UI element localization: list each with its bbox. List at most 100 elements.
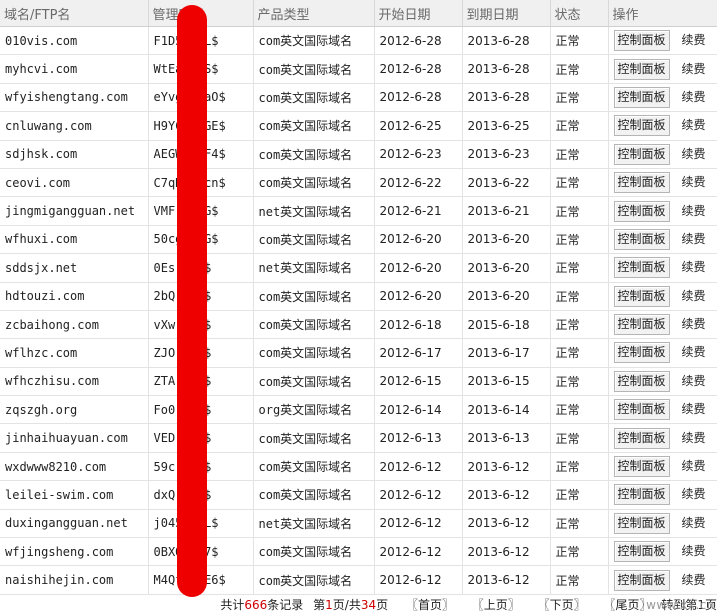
table-row: hdtouzi.com2bQ ZQ1$com英文国际域名2012-6-20201…	[0, 282, 717, 311]
control-panel-button[interactable]: 控制面板	[613, 143, 670, 165]
table-row: cnluwang.com H9YC MdGE$ com英文国际域名 2012-6-25…	[0, 111, 717, 141]
end-date-cell: 2013-6-13	[462, 423, 551, 453]
control-panel-button[interactable]: 控制面板	[613, 285, 670, 307]
renew-link[interactable]: 续费	[682, 258, 706, 275]
control-panel-button[interactable]: 控制面板	[613, 541, 670, 563]
control-panel-button[interactable]: 控制面板	[613, 200, 670, 222]
control-panel-button[interactable]: 控制面板	[613, 456, 670, 478]
actions-cell: 控制面板 续费	[608, 480, 717, 510]
control-panel-button[interactable]: 控制面板	[613, 370, 670, 392]
total-prefix: 共计	[220, 598, 245, 612]
renew-link[interactable]: 续费	[682, 400, 706, 417]
renew-link[interactable]: 续费	[682, 88, 706, 105]
domain-cell: sdjhsk.com	[0, 140, 149, 169]
actions-cell: 控制面板 续费	[608, 196, 717, 226]
table-body: 010vis.comF1D5 MkL$com英文国际域名2012-6-28201…	[0, 26, 717, 595]
table-row: wflhzc.comZJO S6a$com英文国际域名2012-6-172013…	[0, 338, 717, 368]
control-panel-button[interactable]: 控制面板	[613, 427, 670, 449]
status-cell: 正常	[550, 509, 609, 539]
last-page-link[interactable]: 〖尾页〗	[603, 598, 651, 612]
renew-link[interactable]: 续费	[682, 485, 706, 502]
domain-cell: wflhzc.com	[0, 338, 149, 368]
control-panel-button[interactable]: 控制面板	[613, 58, 670, 80]
renew-link[interactable]: 续费	[682, 372, 706, 389]
renew-link[interactable]: 续费	[682, 145, 706, 162]
renew-link[interactable]: 续费	[682, 571, 706, 588]
actions-cell: 控制面板 续费	[608, 452, 717, 482]
table-row: wfhuxi.com50cg OsG$com英文国际域名2012-6-20201…	[0, 225, 717, 255]
actions-cell: 控制面板 续费	[608, 26, 717, 56]
start-date-cell: 2012-6-17	[374, 338, 463, 368]
status-cell: 正常	[550, 338, 609, 368]
prev-page-link[interactable]: 〖上页〗	[472, 598, 520, 612]
renew-link[interactable]: 续费	[682, 173, 706, 190]
start-date-cell: 2012-6-12	[374, 565, 463, 595]
control-panel-button[interactable]: 控制面板	[613, 399, 670, 421]
col-status-header: 状态	[550, 0, 609, 27]
domain-cell: 010vis.com	[0, 26, 149, 56]
start-date-cell: 2012-6-15	[374, 367, 463, 397]
renew-link[interactable]: 续费	[682, 429, 706, 446]
renew-link[interactable]: 续费	[682, 542, 706, 559]
renew-link[interactable]: 续费	[682, 116, 706, 133]
control-panel-button[interactable]: 控制面板	[613, 257, 670, 279]
domain-cell: leilei-swim.com	[0, 480, 149, 510]
control-panel-button[interactable]: 控制面板	[613, 569, 670, 591]
next-page-link[interactable]: 〖下页〗	[538, 598, 586, 612]
status-cell: 正常	[550, 395, 609, 425]
control-panel-button[interactable]: 控制面板	[613, 86, 670, 108]
control-panel-button[interactable]: 控制面板	[613, 228, 670, 250]
status-cell: 正常	[550, 480, 609, 510]
end-date-cell: 2013-6-28	[462, 26, 551, 56]
status-cell: 正常	[550, 367, 609, 397]
domain-cell: myhcvi.com	[0, 54, 149, 84]
control-panel-button[interactable]: 控制面板	[613, 30, 670, 52]
renew-link[interactable]: 续费	[682, 60, 706, 77]
domain-cell: wfhczhisu.com	[0, 367, 149, 397]
end-date-cell: 2013-6-20	[462, 282, 551, 311]
domain-cell: zcbaihong.com	[0, 310, 149, 340]
actions-cell: 控制面板 续费	[608, 54, 717, 84]
col-domain-header: 域名/FTP名	[0, 0, 149, 27]
domain-cell: duxingangguan.net	[0, 509, 149, 539]
table-row: naishihejin.com M4Qf 31E6$ com英文国际域名 2012-6…	[0, 565, 717, 595]
actions-cell: 控制面板 续费	[608, 509, 717, 539]
end-date-cell: 2013-6-20	[462, 225, 551, 255]
first-page-link[interactable]: 〖首页〗	[406, 598, 454, 612]
renew-link[interactable]: 续费	[682, 287, 706, 304]
status-cell: 正常	[550, 225, 609, 255]
control-panel-button[interactable]: 控制面板	[613, 172, 670, 194]
actions-cell: 控制面板 续费	[608, 565, 717, 595]
renew-link[interactable]: 续费	[682, 514, 706, 531]
domain-cell: wfyishengtang.com	[0, 83, 149, 113]
status-cell: 正常	[550, 253, 609, 283]
product-type-cell: net英文国际域名	[253, 253, 375, 283]
renew-link[interactable]: 续费	[682, 202, 706, 219]
page-mid: 页/共	[332, 598, 361, 612]
renew-link[interactable]: 续费	[682, 457, 706, 474]
actions-cell: 控制面板 续费	[608, 338, 717, 368]
start-date-cell: 2012-6-28	[374, 54, 463, 84]
control-panel-button[interactable]: 控制面板	[613, 512, 670, 534]
control-panel-button[interactable]: 控制面板	[613, 342, 670, 364]
status-cell: 正常	[550, 310, 609, 340]
renew-link[interactable]: 续费	[682, 343, 706, 360]
end-date-cell: 2013-6-25	[462, 111, 551, 141]
current-page: 1	[325, 598, 333, 612]
control-panel-button[interactable]: 控制面板	[613, 484, 670, 506]
renew-link[interactable]: 续费	[682, 230, 706, 247]
table-row: sdjhsk.com AEGW 3IF4$ com英文国际域名 2012-6-23 20…	[0, 140, 717, 169]
table-row: duxingangguan.netj045 j8L$net英文国际域名2012-…	[0, 509, 717, 539]
renew-link[interactable]: 续费	[682, 31, 706, 48]
domain-cell: wfhuxi.com	[0, 225, 149, 255]
end-date-cell: 2013-6-22	[462, 168, 551, 198]
product-type-cell: com英文国际域名	[253, 338, 375, 368]
control-panel-button[interactable]: 控制面板	[613, 115, 670, 137]
table-row: wfhczhisu.comZTA aQ2$com英文国际域名2012-6-152…	[0, 367, 717, 397]
renew-link[interactable]: 续费	[682, 315, 706, 332]
watermark-logo: www.xx.cn	[646, 598, 715, 612]
end-date-cell: 2013-6-28	[462, 54, 551, 84]
control-panel-button[interactable]: 控制面板	[613, 314, 670, 336]
status-cell: 正常	[550, 54, 609, 84]
end-date-cell: 2013-6-17	[462, 338, 551, 368]
